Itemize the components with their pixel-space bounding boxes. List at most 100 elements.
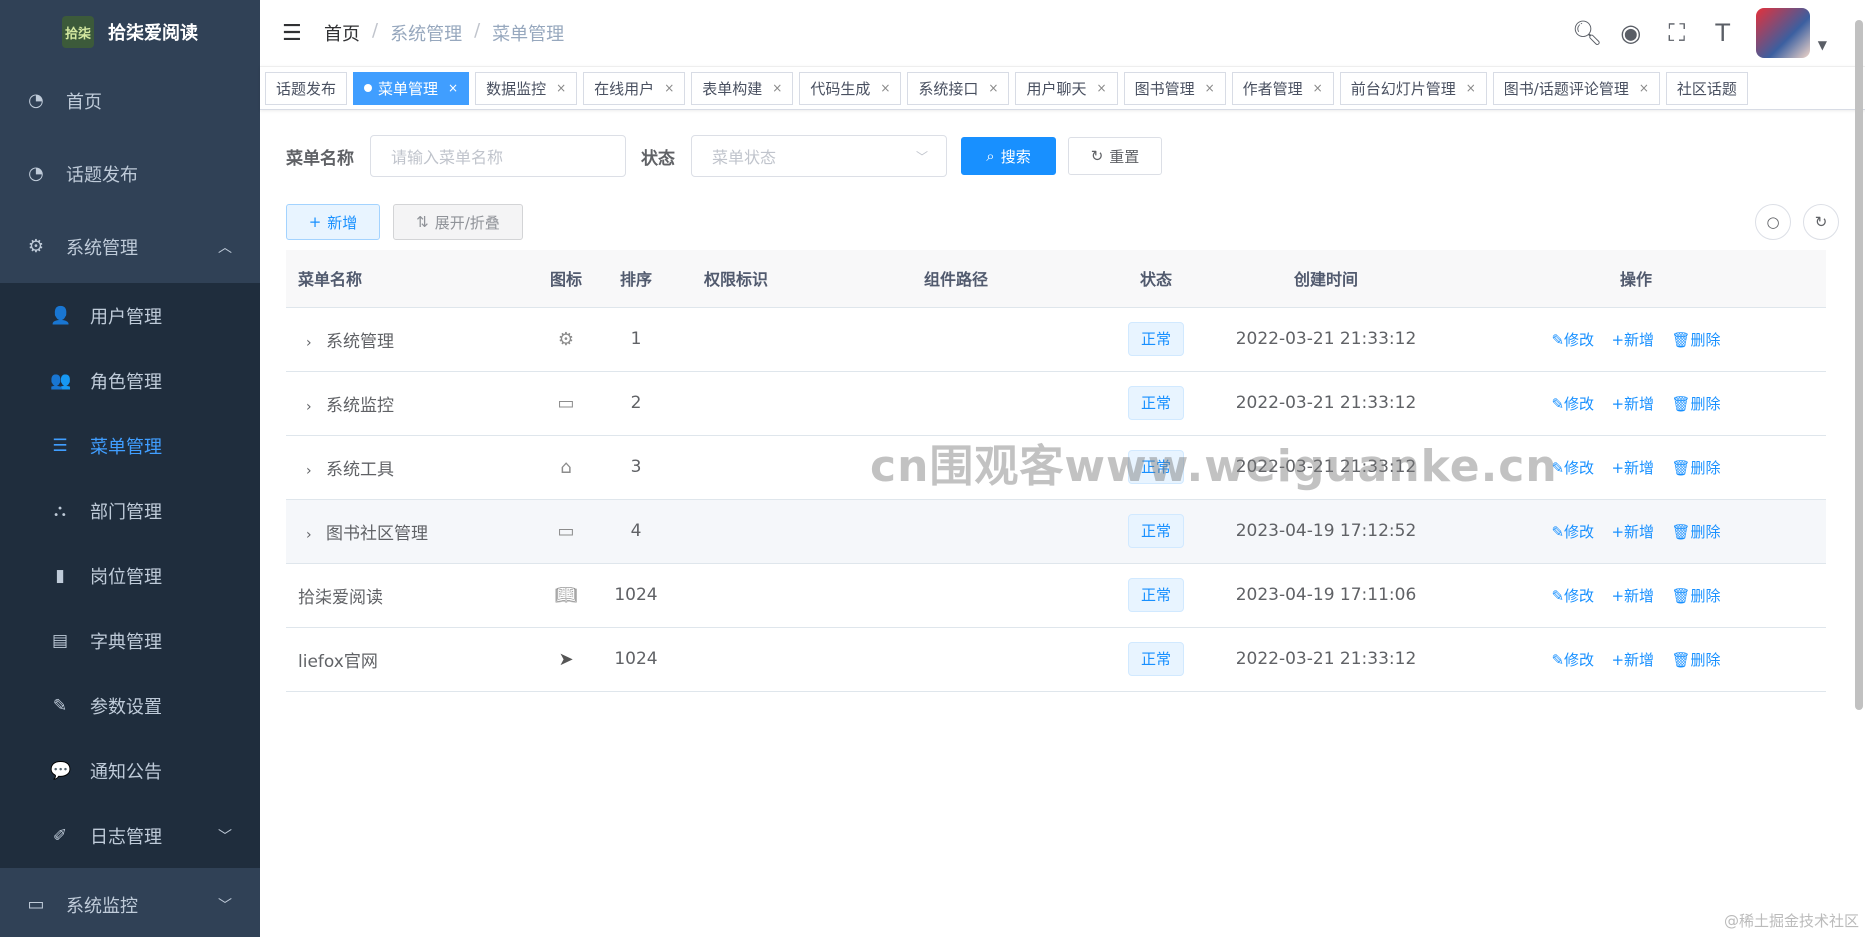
chevron-right-icon[interactable]: › bbox=[298, 335, 326, 351]
sidebar-item-label: 话题发布 bbox=[66, 164, 138, 186]
breadcrumb-current: 菜单管理 bbox=[492, 24, 565, 45]
logo[interactable]: 拾柒 拾柒爱阅读 bbox=[0, 0, 260, 64]
github-icon[interactable]: ◉ bbox=[1618, 19, 1644, 47]
delete-button[interactable]: 🗑︎删除 bbox=[1671, 651, 1720, 669]
toggle-search-button[interactable]: ○ bbox=[1755, 204, 1791, 240]
sidebar-item-dict[interactable]: ▤ 字典管理 bbox=[0, 608, 260, 673]
sidebar-item-log[interactable]: ✐ 日志管理 ﹀ bbox=[0, 803, 260, 868]
breadcrumb-home[interactable]: 首页 bbox=[324, 20, 360, 46]
close-icon[interactable]: × bbox=[1097, 81, 1107, 95]
tag-item[interactable]: 在线用户 × bbox=[583, 71, 686, 105]
close-icon[interactable]: × bbox=[1639, 81, 1649, 95]
table-row[interactable]: › 图书社区管理 ▭ 4 正常 2023-04-19 17:12:52 ✎修改 +… bbox=[286, 499, 1826, 564]
close-icon[interactable]: × bbox=[556, 81, 566, 95]
hamburger-icon[interactable]: ☰ bbox=[282, 21, 304, 46]
tag-item[interactable]: 用户聊天 × bbox=[1015, 71, 1118, 105]
edit-icon: ✎ bbox=[1551, 330, 1565, 349]
delete-label: 删除 bbox=[1690, 650, 1721, 669]
delete-button[interactable]: 🗑︎删除 bbox=[1671, 587, 1720, 605]
add-button[interactable]: + 新增 bbox=[286, 204, 380, 240]
delete-label: 删除 bbox=[1690, 458, 1721, 477]
add-child-button[interactable]: +新增 bbox=[1611, 651, 1654, 669]
table-row[interactable]: › 系统管理 ⚙ 1 正常 2022-03-21 21:33:12 ✎修改 +新增… bbox=[286, 307, 1826, 372]
close-icon[interactable]: × bbox=[1313, 81, 1323, 95]
tag-item[interactable]: 图书管理 × bbox=[1123, 71, 1226, 105]
tag-item-active[interactable]: 菜单管理 × bbox=[353, 71, 470, 105]
expand-collapse-button[interactable]: ⇅ 展开/折叠 bbox=[393, 204, 523, 240]
add-child-button[interactable]: +新增 bbox=[1611, 331, 1654, 349]
column-header: 菜单名称 bbox=[286, 250, 526, 308]
trash-icon: 🗑︎ bbox=[1671, 650, 1691, 669]
table-row[interactable]: liefox官网 ➤ 1024 正常 2022-03-21 21:33:12 ✎… bbox=[286, 627, 1826, 692]
search-icon[interactable]: 🔍︎ bbox=[1572, 19, 1602, 47]
order: 4 bbox=[606, 499, 666, 564]
font-size-icon[interactable]: T bbox=[1710, 19, 1736, 47]
edit-label: 修改 bbox=[1564, 330, 1595, 349]
chevron-right-icon[interactable]: › bbox=[298, 463, 326, 479]
delete-button[interactable]: 🗑︎删除 bbox=[1671, 523, 1720, 541]
add-child-button[interactable]: +新增 bbox=[1611, 395, 1654, 413]
sidebar-item-menu[interactable]: ☰ 菜单管理 bbox=[0, 413, 260, 478]
search-button[interactable]: ⌕ 搜索 bbox=[961, 137, 1056, 175]
refresh-button[interactable]: ↻ bbox=[1803, 204, 1839, 240]
close-icon[interactable]: × bbox=[772, 81, 782, 95]
sidebar-item-user[interactable]: 👤 用户管理 bbox=[0, 283, 260, 348]
delete-button[interactable]: 🗑︎删除 bbox=[1671, 459, 1720, 477]
tag-item[interactable]: 系统接口 × bbox=[907, 71, 1010, 105]
delete-button[interactable]: 🗑︎删除 bbox=[1671, 395, 1720, 413]
tag-item[interactable]: 代码生成 × bbox=[799, 71, 902, 105]
plus-icon: + bbox=[1611, 330, 1625, 349]
avatar[interactable] bbox=[1755, 8, 1810, 58]
sidebar-item-monitor[interactable]: ▭ 系统监控 ﹀ bbox=[0, 868, 260, 941]
close-icon[interactable]: × bbox=[448, 81, 458, 95]
close-icon[interactable]: × bbox=[988, 81, 998, 95]
sidebar-item-system[interactable]: ⚙ 系统管理 ︿ bbox=[0, 210, 260, 283]
tag-item[interactable]: 图书/话题评论管理 × bbox=[1492, 71, 1660, 105]
sidebar-item-role[interactable]: 👥 角色管理 bbox=[0, 348, 260, 413]
add-child-button[interactable]: +新增 bbox=[1611, 587, 1654, 605]
edit-button[interactable]: ✎修改 bbox=[1551, 459, 1594, 477]
reset-button[interactable]: ↻ 重置 bbox=[1068, 137, 1162, 175]
column-header: 权限标识 bbox=[666, 250, 806, 308]
tag-item[interactable]: 表单构建 × bbox=[691, 71, 794, 105]
sidebar-item-label: 通知公告 bbox=[90, 761, 162, 783]
table-row[interactable]: › 系统监控 ▭ 2 正常 2022-03-21 21:33:12 ✎修改 +新增… bbox=[286, 371, 1826, 436]
close-icon[interactable]: × bbox=[880, 81, 890, 95]
sidebar-item-notice[interactable]: 💬 通知公告 bbox=[0, 738, 260, 803]
search-icon: ○ bbox=[1766, 213, 1780, 231]
plus-icon: + bbox=[308, 213, 322, 231]
close-icon[interactable]: × bbox=[664, 81, 674, 95]
search-button-label: 搜索 bbox=[1000, 147, 1031, 166]
close-icon[interactable]: × bbox=[1205, 81, 1215, 95]
edit-button[interactable]: ✎修改 bbox=[1551, 331, 1594, 349]
edit-button[interactable]: ✎修改 bbox=[1551, 587, 1594, 605]
sidebar-item-dept[interactable]: ⛬ 部门管理 bbox=[0, 478, 260, 543]
vertical-scrollbar[interactable] bbox=[1855, 20, 1863, 710]
table-row[interactable]: 拾柒爱阅读 📖︎ 1024 正常 2023-04-19 17:11:06 ✎修改… bbox=[286, 563, 1826, 628]
add-child-button[interactable]: +新增 bbox=[1611, 523, 1654, 541]
menu-name-input[interactable]: 请输入菜单名称 bbox=[370, 135, 626, 177]
sidebar-item-home[interactable]: ◔ 首页 bbox=[0, 64, 260, 137]
edit-button[interactable]: ✎修改 bbox=[1551, 395, 1594, 413]
tag-item[interactable]: 作者管理 × bbox=[1231, 71, 1334, 105]
edit-button[interactable]: ✎修改 bbox=[1551, 651, 1594, 669]
tag-item[interactable]: 数据监控 × bbox=[475, 71, 578, 105]
sidebar-item-post[interactable]: ▮ 岗位管理 bbox=[0, 543, 260, 608]
sidebar-item-config[interactable]: ✎ 参数设置 bbox=[0, 673, 260, 738]
edit-button[interactable]: ✎修改 bbox=[1551, 523, 1594, 541]
chevron-down-icon: ﹀ bbox=[915, 149, 928, 164]
fullscreen-icon[interactable]: ⛶ bbox=[1664, 19, 1690, 47]
tag-label: 菜单管理 bbox=[378, 79, 439, 98]
tag-label: 图书管理 bbox=[1134, 79, 1195, 98]
close-icon[interactable]: × bbox=[1466, 81, 1476, 95]
sidebar-item-topic[interactable]: ◔ 话题发布 bbox=[0, 137, 260, 210]
delete-button[interactable]: 🗑︎删除 bbox=[1671, 331, 1720, 349]
tag-item[interactable]: 话题发布 bbox=[265, 71, 348, 105]
tag-item[interactable]: 社区话题 bbox=[1665, 71, 1748, 105]
add-child-button[interactable]: +新增 bbox=[1611, 459, 1654, 477]
caret-down-icon[interactable]: ▼ bbox=[1818, 38, 1827, 52]
tag-item[interactable]: 前台幻灯片管理 × bbox=[1339, 71, 1487, 105]
status-select[interactable]: 菜单状态 ﹀ bbox=[691, 135, 947, 177]
chevron-right-icon[interactable]: › bbox=[298, 527, 326, 543]
chevron-right-icon[interactable]: › bbox=[298, 399, 326, 415]
